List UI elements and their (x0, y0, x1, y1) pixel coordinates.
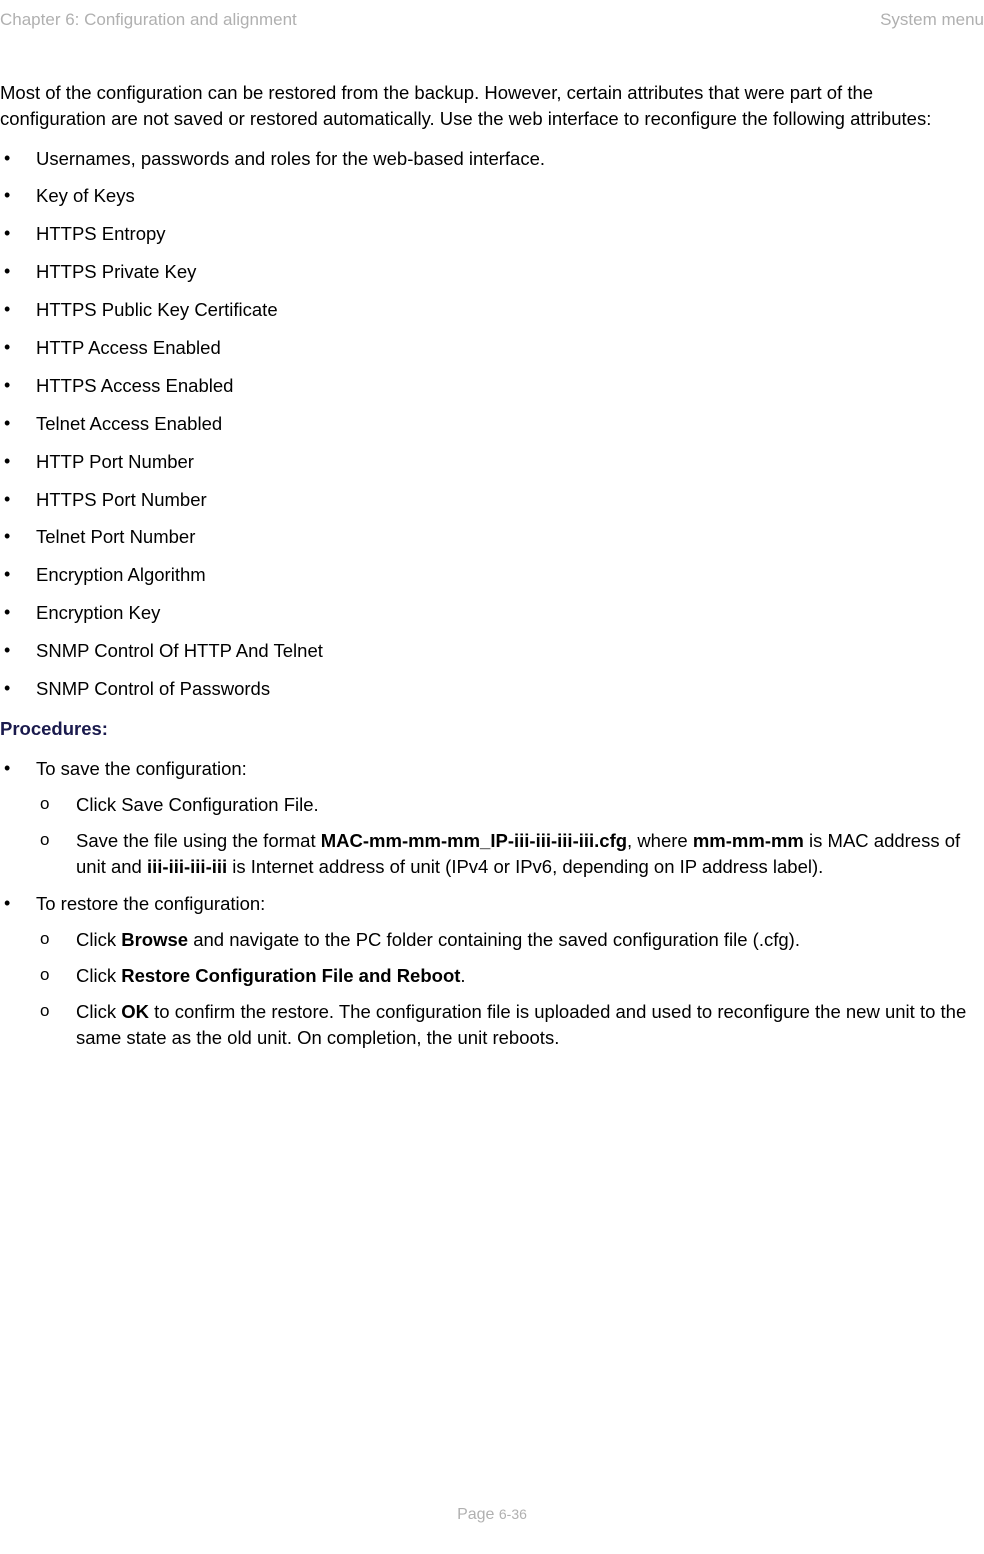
bold-text: MAC-mm-mm-mm_IP-iii-iii-iii-iii.cfg (321, 830, 627, 851)
text-fragment: and navigate to the PC folder containing… (188, 929, 800, 950)
sub-step: Click Restore Configuration File and Reb… (36, 963, 984, 989)
sub-step: Save the file using the format MAC-mm-mm… (36, 828, 984, 880)
list-item: SNMP Control of Passwords (0, 676, 984, 702)
sub-step: Click Browse and navigate to the PC fold… (36, 927, 984, 953)
text-fragment: . (460, 965, 465, 986)
header-section: System menu (880, 8, 984, 32)
bold-text: iii-iii-iii-iii (147, 856, 227, 877)
text-fragment: Save the file using the format (76, 830, 321, 851)
list-item: HTTPS Public Key Certificate (0, 297, 984, 323)
list-item: Telnet Port Number (0, 524, 984, 550)
page-content: Most of the configuration can be restore… (0, 32, 984, 1051)
procedures-heading: Procedures: (0, 716, 984, 742)
page-header: Chapter 6: Configuration and alignment S… (0, 0, 984, 32)
page-label: Page (457, 1506, 499, 1523)
header-chapter: Chapter 6: Configuration and alignment (0, 8, 297, 32)
sub-step: Click Save Configuration File. (36, 792, 984, 818)
text-fragment: Click (76, 1001, 121, 1022)
list-item: HTTPS Private Key (0, 259, 984, 285)
intro-paragraph: Most of the configuration can be restore… (0, 80, 984, 132)
list-item: HTTPS Access Enabled (0, 373, 984, 399)
sub-step: Click OK to confirm the restore. The con… (36, 999, 984, 1051)
list-item: HTTP Access Enabled (0, 335, 984, 361)
list-item: HTTPS Entropy (0, 221, 984, 247)
text-fragment: Click (76, 965, 121, 986)
list-item: HTTPS Port Number (0, 487, 984, 513)
bold-text: Restore Configuration File and Reboot (121, 965, 460, 986)
bold-text: OK (121, 1001, 149, 1022)
sub-steps: Click Save Configuration File. Save the … (36, 792, 984, 880)
page-footer: Page 6-36 (0, 1504, 984, 1526)
list-item: Key of Keys (0, 183, 984, 209)
list-item: Usernames, passwords and roles for the w… (0, 146, 984, 172)
sub-steps: Click Browse and navigate to the PC fold… (36, 927, 984, 1051)
bold-text: mm-mm-mm (693, 830, 804, 851)
page-number: 6-36 (499, 1506, 527, 1522)
text-fragment: is Internet address of unit (IPv4 or IPv… (227, 856, 823, 877)
procedure-title: To save the configuration: (36, 758, 247, 779)
procedure-restore: To restore the configuration: Click Brow… (0, 891, 984, 1050)
list-item: Encryption Key (0, 600, 984, 626)
list-item: Encryption Algorithm (0, 562, 984, 588)
procedure-title: To restore the configuration: (36, 893, 265, 914)
attributes-list: Usernames, passwords and roles for the w… (0, 146, 984, 702)
procedure-save: To save the configuration: Click Save Co… (0, 756, 984, 880)
text-fragment: , where (627, 830, 693, 851)
list-item: SNMP Control Of HTTP And Telnet (0, 638, 984, 664)
text-fragment: to confirm the restore. The configuratio… (76, 1001, 966, 1048)
text-fragment: Click (76, 929, 121, 950)
procedures-list: To save the configuration: Click Save Co… (0, 756, 984, 1051)
bold-text: Browse (121, 929, 188, 950)
list-item: HTTP Port Number (0, 449, 984, 475)
list-item: Telnet Access Enabled (0, 411, 984, 437)
